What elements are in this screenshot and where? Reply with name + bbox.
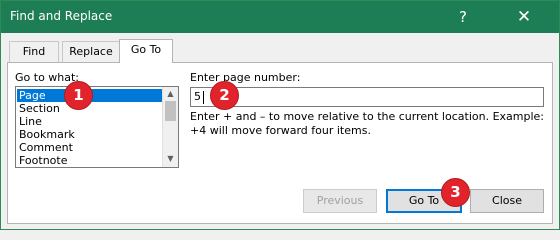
scroll-up-icon[interactable]: ▲ <box>165 88 176 100</box>
goto-description: Enter + and – to move relative to the cu… <box>190 110 545 137</box>
text-caret <box>203 91 204 104</box>
list-scrollbar[interactable]: ▲ ▼ <box>162 87 178 167</box>
list-item-bookmark[interactable]: Bookmark <box>17 128 163 141</box>
dialog-title: Find and Replace <box>10 9 113 23</box>
annotation-badge-3: 3 <box>441 178 470 207</box>
annotation-badge-1: 1 <box>64 81 93 110</box>
enter-page-number-label: Enter page number: <box>190 71 301 84</box>
find-replace-dialog: Find and Replace ? ✕ Find Replace Go To … <box>0 0 560 230</box>
help-button[interactable]: ? <box>449 5 477 29</box>
list-item-footnote[interactable]: Footnote <box>17 154 163 167</box>
page-number-input[interactable]: 5 <box>190 87 544 107</box>
previous-button[interactable]: Previous <box>303 189 377 213</box>
tab-goto[interactable]: Go To <box>119 39 173 63</box>
list-item-line[interactable]: Line <box>17 115 163 128</box>
title-bar: Find and Replace ? ✕ <box>1 1 559 33</box>
annotation-badge-2: 2 <box>210 81 239 110</box>
tab-replace[interactable]: Replace <box>62 41 120 62</box>
tab-strip: Find Replace Go To <box>1 39 559 63</box>
list-item-comment[interactable]: Comment <box>17 141 163 154</box>
go-to-what-list[interactable]: Page Section Line Bookmark Comment Footn… <box>15 86 179 168</box>
close-window-button[interactable]: ✕ <box>509 5 539 29</box>
close-button[interactable]: Close <box>470 189 544 213</box>
tab-find[interactable]: Find <box>9 41 59 62</box>
scroll-down-icon[interactable]: ▼ <box>165 153 176 165</box>
scroll-thumb[interactable] <box>165 101 176 121</box>
go-to-what-label: Go to what: <box>15 71 80 84</box>
page-number-value: 5 <box>194 90 201 103</box>
